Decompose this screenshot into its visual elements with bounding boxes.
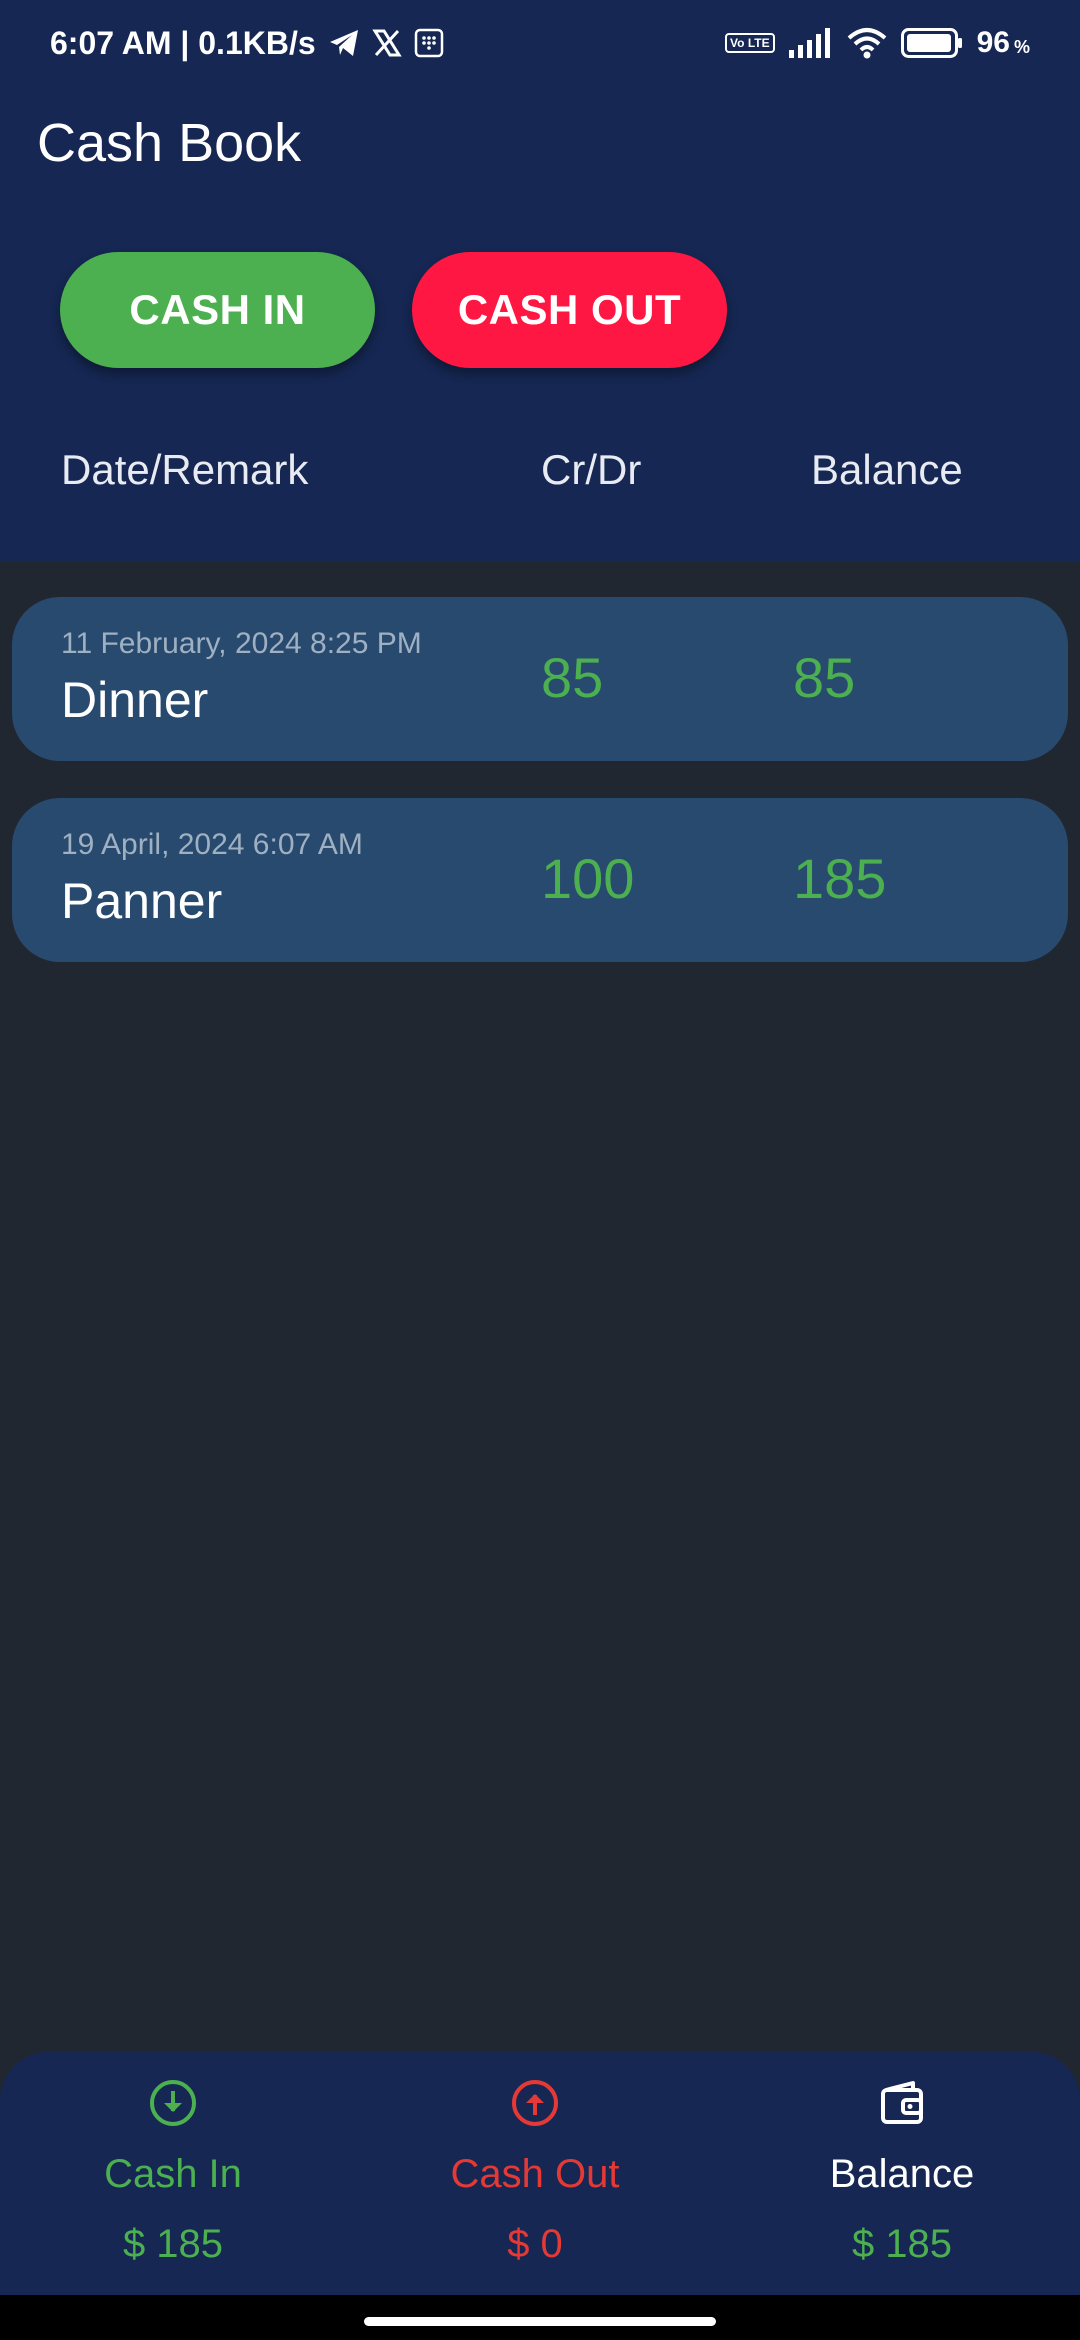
volte-badge: Vo LTE [725, 33, 775, 53]
wifi-icon [847, 28, 886, 59]
column-header-crdr: Cr/Dr [541, 446, 642, 493]
battery-icon [900, 28, 962, 58]
status-time-speed: 6:07 AM | 0.1KB/s [50, 24, 316, 61]
x-icon [371, 29, 402, 57]
entry-date: 19 April, 2024 6:07 AM [61, 828, 363, 861]
entry-balance: 185 [793, 847, 887, 910]
entry-balance: 85 [793, 646, 856, 709]
entry-date: 11 February, 2024 8:25 PM [61, 627, 422, 660]
summary-cash-out-label: Cash Out [450, 2152, 620, 2196]
signal-icon [788, 28, 830, 58]
summary-cash-in[interactable]: Cash In $ 185 [23, 2052, 323, 2295]
notification-box-icon [414, 28, 443, 58]
status-left: 6:07 AM | 0.1KB/s [50, 22, 444, 64]
page-title: Cash Book [37, 113, 302, 173]
cash-out-button[interactable]: CASH OUT [412, 252, 727, 368]
summary-bar: Cash In $ 185 Cash Out $ 0 Balance $ 185 [0, 2052, 1080, 2295]
summary-balance-label: Balance [829, 2152, 975, 2196]
summary-cash-out[interactable]: Cash Out $ 0 [385, 2052, 685, 2295]
summary-cash-in-label: Cash In [104, 2152, 242, 2196]
battery-level: 96 [976, 26, 1010, 59]
status-right: Vo LTE 96 % [725, 22, 1030, 64]
wallet-icon [881, 2081, 923, 2124]
summary-balance-value: $ 185 [851, 2222, 953, 2266]
column-header-balance: Balance [811, 446, 963, 493]
cash-out-arrow-icon [512, 2080, 558, 2126]
cash-in-button[interactable]: CASH IN [60, 252, 375, 368]
list-item[interactable]: 11 February, 2024 8:25 PM Dinner 85 85 [12, 597, 1068, 761]
column-header-date-remark: Date/Remark [61, 446, 309, 493]
battery-unit: % [1013, 36, 1030, 57]
entry-remark: Panner [61, 873, 223, 929]
entry-amount: 100 [541, 847, 635, 910]
telegram-icon [329, 30, 358, 56]
entry-remark: Dinner [61, 672, 209, 728]
summary-cash-out-value: $ 0 [507, 2222, 563, 2266]
entry-amount: 85 [541, 646, 604, 709]
summary-balance[interactable]: Balance $ 185 [752, 2052, 1052, 2295]
list-item[interactable]: 19 April, 2024 6:07 AM Panner 100 185 [12, 798, 1068, 962]
status-bar: 6:07 AM | 0.1KB/s Vo LTE 96 % [0, 0, 1080, 86]
cash-in-arrow-icon [150, 2080, 196, 2126]
home-gesture-bar[interactable] [364, 2317, 716, 2326]
summary-cash-in-value: $ 185 [122, 2222, 224, 2266]
